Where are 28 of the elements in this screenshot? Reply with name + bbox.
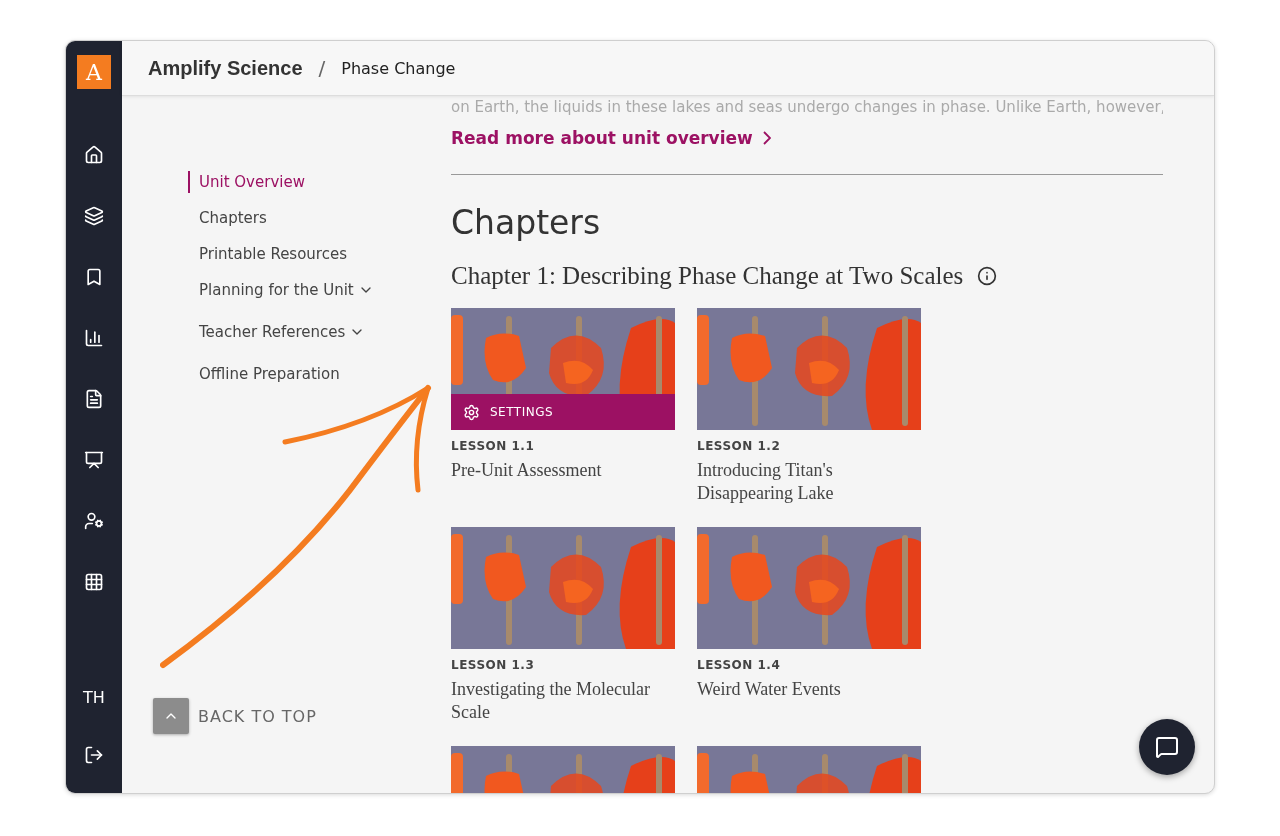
- nav-link[interactable]: Unit Overview: [188, 171, 305, 193]
- read-more-link[interactable]: Read more about unit overview: [451, 128, 771, 148]
- breadcrumb-separator: /: [318, 56, 326, 80]
- overview-text: on Earth, the liquids in these lakes and seas undergo changes in phase. Unlike Earth, however,: [451, 98, 1163, 116]
- lesson-title[interactable]: Introducing Titan's Disappearing Lake: [697, 459, 921, 505]
- lesson-number: LESSON 1.3: [451, 658, 536, 672]
- chevron-right-icon: [762, 131, 771, 145]
- chat-bubble-icon: [1155, 735, 1179, 759]
- user-initials[interactable]: TH: [83, 688, 105, 707]
- nav-link[interactable]: Offline Preparation: [188, 363, 340, 385]
- settings-button[interactable]: SETTINGS: [451, 394, 675, 430]
- info-icon[interactable]: [977, 266, 998, 286]
- lesson-title[interactable]: Weird Water Events: [697, 678, 921, 701]
- lesson-number: LESSON 1.4: [697, 658, 782, 672]
- nav-link[interactable]: Printable Resources: [188, 243, 347, 265]
- lesson-number: LESSON 1.2: [697, 439, 782, 453]
- nav-link[interactable]: Planning for the Unit: [188, 279, 374, 301]
- back-to-top-label[interactable]: BACK TO TOP: [198, 706, 317, 726]
- nav-link[interactable]: Chapters: [188, 207, 267, 229]
- lesson-number: LESSON 1.1: [451, 439, 536, 453]
- chapter-heading: Chapter 1: Describing Phase Change at Two Scales: [451, 262, 964, 290]
- app-title[interactable]: Amplify Science: [148, 56, 303, 80]
- lesson-title[interactable]: Investigating the Molecular Scale: [451, 678, 675, 724]
- lesson-title[interactable]: Pre-Unit Assessment: [451, 459, 675, 482]
- nav-link[interactable]: Teacher References: [188, 321, 366, 343]
- section-heading: Chapters: [451, 203, 602, 242]
- page-title: Phase Change: [341, 58, 456, 78]
- settings-icon: [463, 403, 480, 421]
